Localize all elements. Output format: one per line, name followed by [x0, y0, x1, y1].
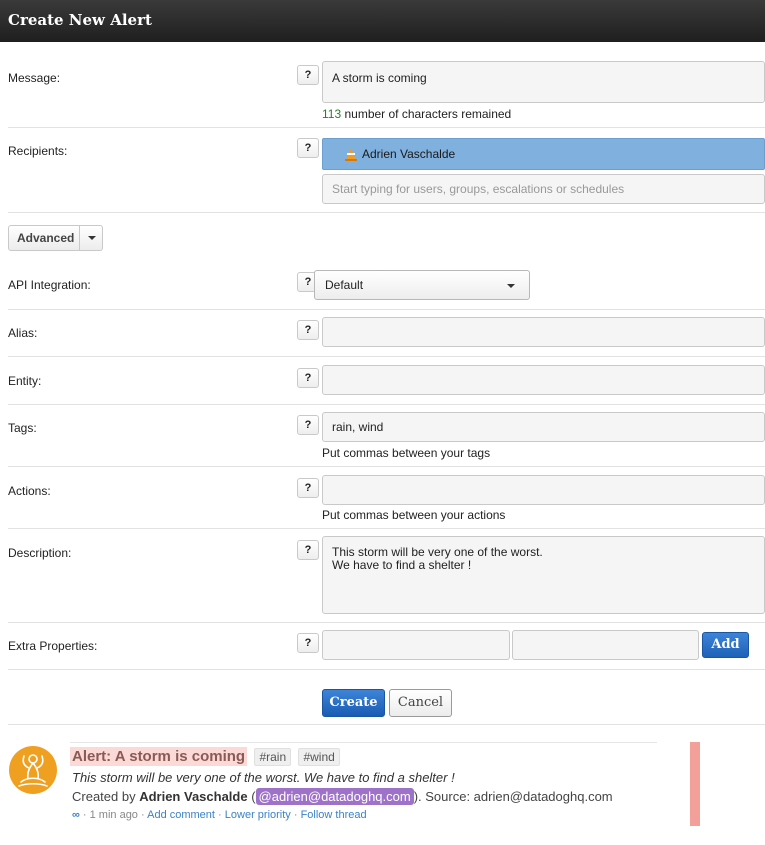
actions-row: Actions: ? Put commas between your actio…	[8, 467, 765, 529]
tag-rain[interactable]: #rain	[254, 748, 292, 766]
dialog-header: Create New Alert	[0, 0, 765, 42]
extra-properties-help-button[interactable]: ?	[297, 633, 319, 653]
alias-row: Alias: ?	[8, 310, 765, 357]
extra-properties-label: Extra Properties:	[8, 639, 98, 653]
avatar	[9, 746, 57, 794]
created-by-prefix: Created by	[72, 789, 140, 804]
message-value: A storm is coming	[332, 71, 427, 85]
alias-input[interactable]	[322, 317, 765, 347]
tags-row: Tags: ? rain, wind Put commas between yo…	[8, 405, 765, 467]
api-integration-select[interactable]: Default	[314, 270, 530, 300]
alert-description: This storm will be very one of the worst…	[72, 770, 455, 785]
extra-property-value-input[interactable]	[512, 630, 699, 660]
description-help-button[interactable]: ?	[297, 540, 319, 560]
mention-badge[interactable]: @adrien@datadoghq.com	[255, 788, 414, 805]
recipients-row: Recipients: ? Adrien Vaschalde Start typ…	[8, 128, 765, 213]
advanced-label: Advanced	[17, 231, 75, 245]
meta-separator: ·	[290, 809, 301, 821]
infinity-icon[interactable]: ∞	[72, 809, 80, 821]
message-char-text: number of characters remained	[341, 107, 512, 121]
alert-meta: ∞ · 1 min ago · Add comment · Lower prio…	[72, 809, 367, 821]
recipient-chip[interactable]: Adrien Vaschalde	[322, 138, 765, 170]
entity-row: Entity: ?	[8, 357, 765, 405]
message-help-button[interactable]: ?	[297, 65, 319, 85]
tags-help-button[interactable]: ?	[297, 415, 319, 435]
advanced-divider	[79, 226, 80, 250]
dialog-title: Create New Alert	[8, 11, 152, 29]
timestamp: · 1 min ago ·	[79, 809, 148, 821]
create-button[interactable]: Create	[322, 689, 385, 717]
add-property-button[interactable]: Add	[702, 632, 749, 658]
api-integration-label: API Integration:	[8, 278, 91, 292]
actions-hint: Put commas between your actions	[322, 508, 506, 522]
tags-value: rain, wind	[332, 420, 384, 434]
add-comment-link[interactable]: Add comment	[147, 809, 215, 821]
tags-label: Tags:	[8, 421, 37, 435]
section-divider	[8, 724, 765, 725]
message-char-counter: 113 number of characters remained	[322, 107, 511, 121]
priority-bar	[690, 742, 700, 826]
entity-input[interactable]	[322, 365, 765, 395]
follow-thread-link[interactable]: Follow thread	[301, 809, 367, 821]
extra-property-key-input[interactable]	[322, 630, 510, 660]
description-label: Description:	[8, 546, 72, 560]
actions-input[interactable]	[322, 475, 765, 505]
entity-label: Entity:	[8, 374, 42, 388]
message-input[interactable]: A storm is coming	[322, 61, 765, 103]
alert-created-by: Created by Adrien Vaschalde (@adrien@dat…	[72, 788, 613, 805]
tags-input[interactable]: rain, wind	[322, 412, 765, 442]
feed-title-row: Alert: A storm is coming #rain #wind	[70, 747, 340, 766]
description-line-1: This storm will be very one of the worst…	[332, 545, 543, 559]
author-name[interactable]: Adrien Vaschalde	[139, 789, 247, 804]
tags-hint: Put commas between your tags	[322, 446, 491, 460]
message-row: Message: ? A storm is coming 113 number …	[8, 42, 765, 128]
source-text: ). Source: adrien@datadoghq.com	[413, 789, 613, 804]
alias-label: Alias:	[8, 326, 38, 340]
entity-help-button[interactable]: ?	[297, 368, 319, 388]
api-integration-value: Default	[325, 278, 364, 292]
description-textarea[interactable]: This storm will be very one of the worst…	[322, 536, 765, 614]
recipients-help-button[interactable]: ?	[297, 138, 319, 158]
chevron-down-icon	[507, 284, 515, 288]
meta-separator: ·	[214, 809, 225, 821]
open-paren: (	[247, 789, 256, 804]
chevron-down-icon[interactable]	[88, 236, 96, 240]
recipient-name: Adrien Vaschalde	[362, 147, 456, 161]
advanced-button[interactable]: Advanced	[8, 225, 103, 251]
description-line-2: We have to find a shelter !	[332, 558, 472, 572]
lower-priority-link[interactable]: Lower priority	[225, 809, 291, 821]
description-row: Description: ? This storm will be very o…	[8, 529, 765, 623]
message-label: Message:	[8, 71, 61, 85]
extra-properties-row: Extra Properties: ?	[8, 623, 765, 670]
recipients-search-input[interactable]: Start typing for users, groups, escalati…	[322, 174, 765, 204]
tag-wind[interactable]: #wind	[298, 748, 340, 766]
alias-help-button[interactable]: ?	[297, 320, 319, 340]
message-char-count: 113	[322, 107, 342, 121]
user-cone-icon	[345, 148, 357, 161]
recipients-placeholder: Start typing for users, groups, escalati…	[332, 182, 625, 196]
feed-separator	[70, 742, 657, 743]
recipients-label: Recipients:	[8, 144, 68, 158]
cancel-button[interactable]: Cancel	[389, 689, 452, 717]
actions-help-button[interactable]: ?	[297, 478, 319, 498]
meditating-figure-icon	[18, 754, 48, 787]
actions-label: Actions:	[8, 484, 51, 498]
alert-title[interactable]: Alert: A storm is coming	[70, 747, 248, 766]
